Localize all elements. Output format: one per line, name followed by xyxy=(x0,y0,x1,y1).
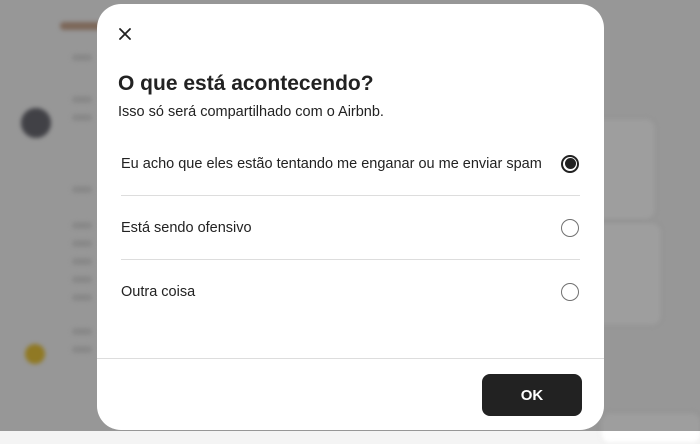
dialog-title: O que está acontecendo? xyxy=(118,72,374,95)
option-spam[interactable]: Eu acho que eles estão tentando me engan… xyxy=(121,132,580,195)
radio-selected[interactable] xyxy=(561,154,579,173)
close-button[interactable] xyxy=(113,22,137,46)
ok-button[interactable]: OK xyxy=(482,374,582,416)
option-label: Outra coisa xyxy=(121,283,196,300)
radio-unselected[interactable] xyxy=(561,282,579,301)
option-label: Está sendo ofensivo xyxy=(121,219,252,236)
close-icon xyxy=(119,28,131,40)
option-other[interactable]: Outra coisa xyxy=(121,259,580,323)
report-dialog: O que está acontecendo? Isso só será com… xyxy=(97,4,604,430)
dialog-footer: OK xyxy=(97,358,604,430)
report-options: Eu acho que eles estão tentando me engan… xyxy=(121,132,580,323)
option-offensive[interactable]: Está sendo ofensivo xyxy=(121,195,580,259)
dialog-subtitle: Isso só será compartilhado com o Airbnb. xyxy=(118,104,384,120)
option-label: Eu acho que eles estão tentando me engan… xyxy=(121,155,542,172)
radio-unselected[interactable] xyxy=(561,218,579,237)
